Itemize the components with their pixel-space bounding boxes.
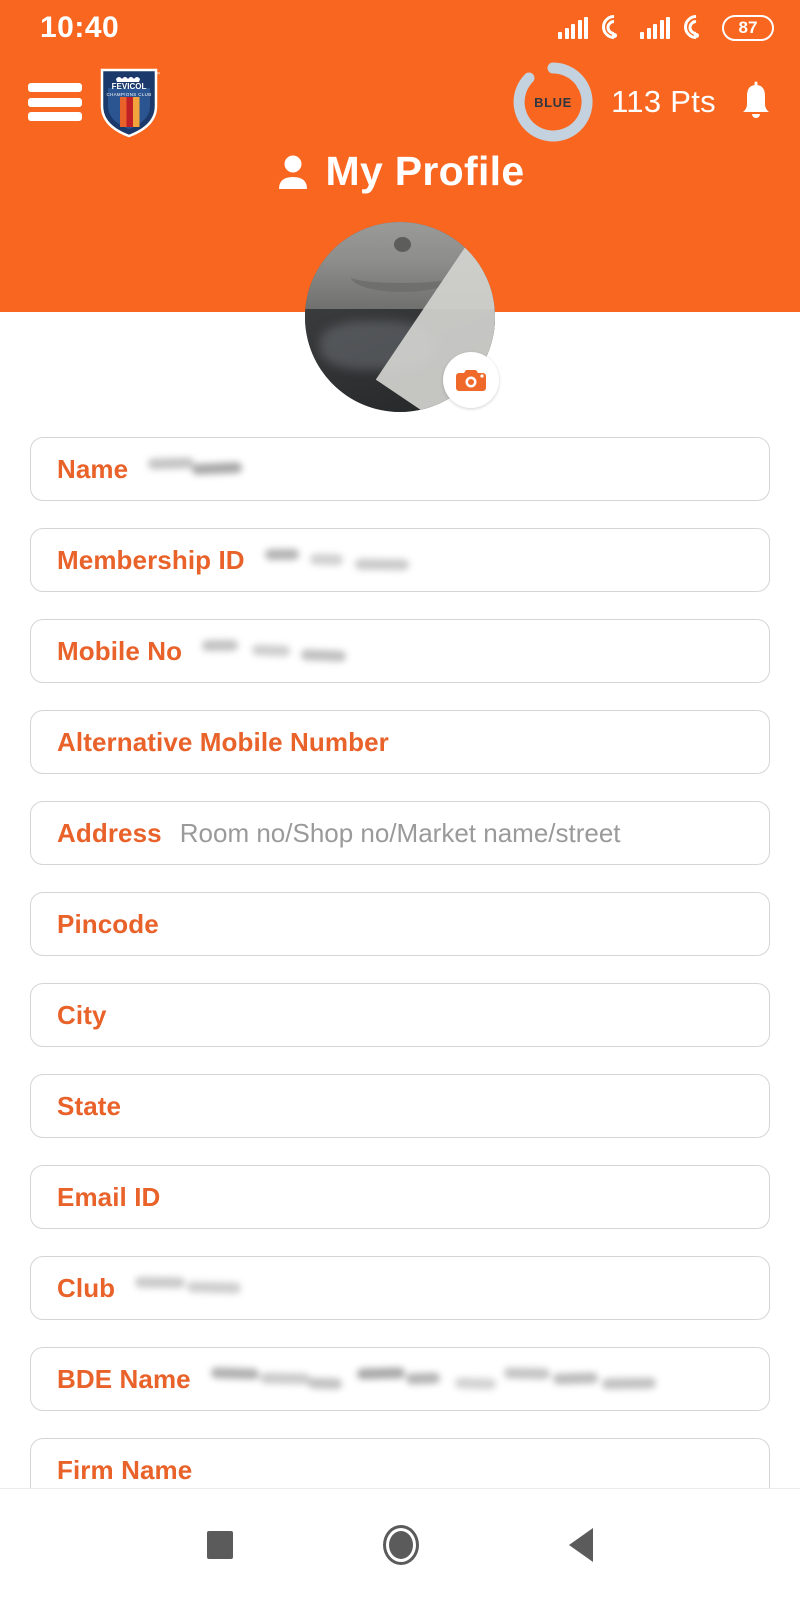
- field-label: Pincode: [57, 909, 159, 940]
- field-value-redacted: [265, 547, 413, 573]
- field-club[interactable]: Club: [30, 1256, 770, 1320]
- status-bar-icons: 87: [558, 15, 774, 41]
- svg-text:™: ™: [154, 71, 160, 78]
- fevicol-champions-club-logo: FEVICOL CHAMPIONS CLUB ™: [98, 66, 160, 138]
- hamburger-menu-icon[interactable]: [28, 80, 82, 124]
- field-label: Name: [57, 454, 128, 485]
- field-value-redacted: [202, 638, 364, 664]
- battery-icon: 87: [722, 15, 774, 41]
- signal-bars-icon-2: [640, 17, 670, 39]
- app-screen: 10:40 87 FEVICOL CHAMPIONS CLUB ™ BLUE 1…: [0, 0, 800, 1600]
- field-membership-id[interactable]: Membership ID: [30, 528, 770, 592]
- svg-text:FEVICOL: FEVICOL: [112, 82, 147, 91]
- recents-button[interactable]: [207, 1531, 233, 1559]
- field-label: Alternative Mobile Number: [57, 727, 389, 758]
- profile-form: Name Membership ID Mobile No Alternative Mo…: [0, 437, 800, 1529]
- points-value: 113 Pts: [611, 84, 716, 120]
- field-name[interactable]: Name: [30, 437, 770, 501]
- page-title-text: My Profile: [326, 148, 525, 195]
- field-bde-name[interactable]: BDE Name: [30, 1347, 770, 1411]
- app-bar: FEVICOL CHAMPIONS CLUB ™ BLUE 113 Pts: [0, 62, 800, 142]
- home-button[interactable]: [383, 1525, 419, 1565]
- field-email-id[interactable]: Email ID: [30, 1165, 770, 1229]
- bell-icon[interactable]: [734, 79, 778, 125]
- camera-icon[interactable]: [443, 352, 499, 408]
- field-label: Address: [57, 818, 162, 849]
- field-state[interactable]: State: [30, 1074, 770, 1138]
- field-value-redacted: [211, 1366, 689, 1392]
- signal-bars-icon: [558, 17, 588, 39]
- android-nav-bar: [0, 1488, 800, 1600]
- field-label: Firm Name: [57, 1455, 192, 1486]
- svg-text:CHAMPIONS CLUB: CHAMPIONS CLUB: [106, 92, 151, 97]
- field-value-redacted: [148, 456, 244, 482]
- tier-ring[interactable]: BLUE: [513, 62, 593, 142]
- field-label: Membership ID: [57, 545, 245, 576]
- field-label: BDE Name: [57, 1364, 191, 1395]
- wifi-icon-2: [683, 17, 709, 39]
- field-label: Club: [57, 1273, 115, 1304]
- field-city[interactable]: City: [30, 983, 770, 1047]
- wifi-icon: [601, 17, 627, 39]
- field-label: City: [57, 1000, 107, 1031]
- back-button[interactable]: [569, 1528, 593, 1562]
- person-icon: [276, 153, 310, 191]
- field-placeholder: Room no/Shop no/Market name/street: [180, 818, 621, 849]
- field-mobile-no[interactable]: Mobile No: [30, 619, 770, 683]
- field-label: Email ID: [57, 1182, 160, 1213]
- status-bar: 10:40 87: [0, 0, 800, 56]
- field-label: State: [57, 1091, 121, 1122]
- page-title: My Profile: [0, 148, 800, 195]
- field-pincode[interactable]: Pincode: [30, 892, 770, 956]
- field-alternative-mobile-number[interactable]: Alternative Mobile Number: [30, 710, 770, 774]
- status-bar-clock: 10:40: [40, 11, 119, 45]
- field-label: Mobile No: [57, 636, 182, 667]
- profile-photo-wrapper[interactable]: [305, 222, 495, 412]
- app-bar-right: BLUE 113 Pts: [513, 62, 778, 142]
- field-value-redacted: [135, 1275, 247, 1301]
- tier-label: BLUE: [513, 62, 593, 142]
- field-address[interactable]: Address Room no/Shop no/Market name/stree…: [30, 801, 770, 865]
